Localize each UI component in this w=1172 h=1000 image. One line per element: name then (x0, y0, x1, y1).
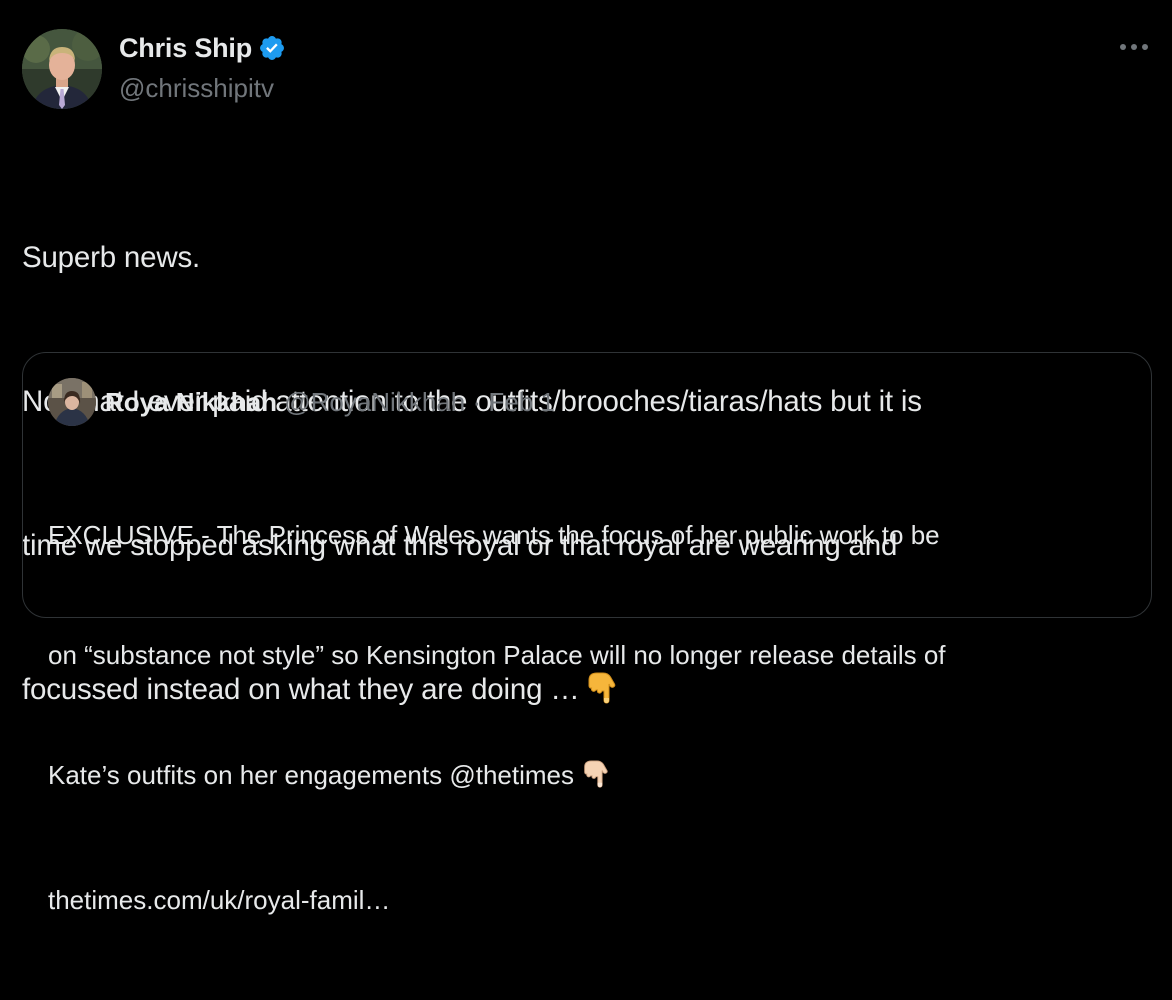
backhand-index-pointing-down-icon (582, 759, 610, 800)
tweet-text-line: Superb news. (22, 241, 200, 274)
quoted-tweet-date[interactable]: Feb 1 (488, 387, 555, 417)
quoted-text-line: Kate’s outfits on her engagements @theti… (48, 755, 1128, 800)
more-icon (1120, 44, 1148, 50)
quoted-author-name[interactable]: Roya Nikkhah (105, 387, 277, 417)
quoted-author-avatar-image (48, 378, 96, 426)
tweet: Chris Ship @chrisshipitv Superb news. No… (0, 0, 1172, 915)
header-separator: · (472, 387, 482, 417)
quoted-text-line-content: Kate’s outfits on her engagements @theti… (48, 760, 574, 790)
quoted-author-handle[interactable]: @RoyaNikkhah (284, 387, 465, 417)
quoted-tweet-header: Roya Nikkhah @RoyaNikkhah · Feb 1 (105, 385, 555, 419)
author-avatar-image (22, 29, 102, 109)
author-avatar[interactable] (22, 29, 102, 109)
quoted-tweet-link[interactable]: thetimes.com/uk/royal-famil… (48, 880, 1128, 920)
verified-badge-icon[interactable] (258, 34, 286, 62)
author-name[interactable]: Chris Ship (119, 33, 252, 64)
quoted-text-line: EXCLUSIVE - The Princess of Wales wants … (48, 520, 940, 550)
quoted-tweet-card[interactable]: Roya Nikkhah @RoyaNikkhah · Feb 1 EXCLUS… (22, 352, 1152, 915)
more-options-button[interactable] (1116, 35, 1152, 59)
quoted-text-line: on “substance not style” so Kensington P… (48, 640, 946, 670)
author-name-row: Chris Ship (119, 30, 286, 66)
quoted-author-avatar[interactable] (48, 378, 96, 426)
quoted-tweet-text: EXCLUSIVE - The Princess of Wales wants … (48, 435, 1128, 1000)
author-handle[interactable]: @chrisshipitv (119, 73, 274, 104)
